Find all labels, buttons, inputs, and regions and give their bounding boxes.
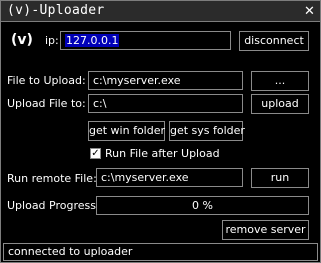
upload-progress-bar: 0 % bbox=[96, 196, 309, 215]
run-button[interactable]: run bbox=[251, 168, 309, 188]
status-text: connected to uploader bbox=[8, 245, 133, 258]
app-logo: (v) bbox=[11, 32, 33, 48]
window-title: (v)-Uploader bbox=[7, 3, 105, 18]
get-sys-folder-button[interactable]: get sys folder bbox=[169, 121, 245, 141]
ip-input-value: 127.0.0.1 bbox=[65, 34, 120, 47]
upload-progress-text: 0 % bbox=[192, 199, 213, 212]
uploader-window: (v)-Uploader ✕ (v) ip: 127.0.0.1 disconn… bbox=[0, 0, 321, 263]
title-bar[interactable]: (v)-Uploader ✕ bbox=[1, 1, 320, 22]
file-to-upload-label: File to Upload: bbox=[7, 74, 86, 87]
run-after-upload-checkbox[interactable]: ✓ bbox=[90, 148, 101, 159]
status-bar: connected to uploader bbox=[3, 243, 318, 261]
upload-button[interactable]: upload bbox=[251, 94, 309, 114]
browse-button[interactable]: ... bbox=[251, 71, 309, 91]
upload-file-to-input[interactable]: c:\ bbox=[88, 94, 243, 113]
disconnect-button[interactable]: disconnect bbox=[239, 31, 309, 51]
ip-input[interactable]: 127.0.0.1 bbox=[60, 31, 231, 50]
checkmark-icon: ✓ bbox=[91, 148, 100, 159]
run-remote-file-input[interactable]: c:\myserver.exe bbox=[96, 168, 243, 187]
upload-progress-label: Upload Progress: bbox=[7, 199, 100, 212]
file-to-upload-input[interactable]: c:\myserver.exe bbox=[88, 71, 243, 90]
get-win-folder-button[interactable]: get win folder bbox=[88, 121, 165, 141]
upload-file-to-label: Upload File to: bbox=[7, 97, 86, 110]
run-remote-file-label: Run remote File: bbox=[7, 172, 97, 185]
run-after-upload-label[interactable]: Run File after Upload bbox=[105, 147, 220, 160]
ip-label: ip: bbox=[45, 34, 59, 47]
close-icon[interactable]: ✕ bbox=[302, 4, 317, 19]
remove-server-button[interactable]: remove server bbox=[222, 220, 309, 240]
